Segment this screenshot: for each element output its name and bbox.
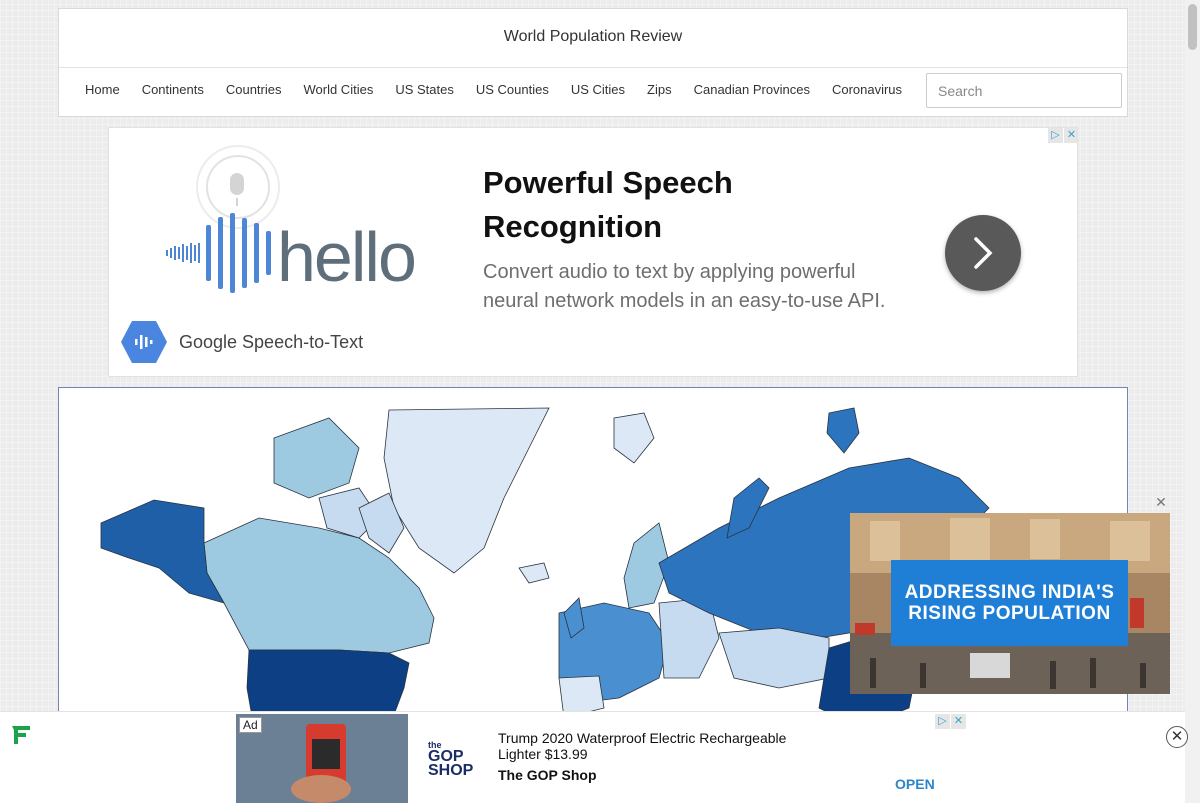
ad-choices[interactable]: ▷ ✕ <box>1047 128 1077 143</box>
page-scrollbar[interactable] <box>1185 0 1200 803</box>
nav-world-cities[interactable]: World Cities <box>292 82 384 98</box>
microphone-stem <box>236 198 238 206</box>
speech-ad-banner[interactable]: ▷ ✕ hello Google Speech-to-Text Powerful… <box>108 127 1078 377</box>
open-button[interactable]: OPEN <box>895 776 935 792</box>
ad-label: Ad <box>239 717 262 733</box>
lighter-photo <box>236 714 408 803</box>
bottom-ad-choices[interactable]: ▷ ✕ <box>934 714 966 729</box>
bottom-ad-advertiser[interactable]: The GOP Shop <box>498 767 597 783</box>
adchoices-icon[interactable]: ▷ <box>1048 128 1063 143</box>
video-title-line2: RISING POPULATION <box>908 603 1111 624</box>
nav-us-cities[interactable]: US Cities <box>560 82 636 98</box>
nav-coronavirus[interactable]: Coronavirus <box>821 82 913 98</box>
nav-home[interactable]: Home <box>74 82 131 98</box>
audio-waveform-icon <box>166 213 271 293</box>
video-close-button[interactable]: ✕ <box>1153 494 1169 510</box>
main-nav: Home Continents Countries World Cities U… <box>74 82 913 98</box>
nav-continents[interactable]: Continents <box>131 82 215 98</box>
ad-headline[interactable]: Powerful Speech Recognition <box>483 161 803 249</box>
video-player[interactable]: ADDRESSING INDIA'S RISING POPULATION <box>850 513 1170 694</box>
product-label: Google Speech-to-Text <box>179 332 364 352</box>
gop-shop-logo[interactable]: the GOP SHOP <box>428 740 478 779</box>
logo-big-text: GOP SHOP <box>428 748 474 779</box>
nav-us-states[interactable]: US States <box>384 82 465 98</box>
scrollbar-thumb[interactable] <box>1188 4 1197 50</box>
leaf-logo-icon[interactable] <box>10 724 32 746</box>
product-image[interactable]: Ad <box>236 714 408 803</box>
video-title-banner: ADDRESSING INDIA'S RISING POPULATION <box>891 560 1128 646</box>
arctic-islands-region <box>273 417 360 499</box>
nav-zips[interactable]: Zips <box>636 82 683 98</box>
canada-region <box>203 517 435 654</box>
search-input[interactable] <box>926 73 1122 108</box>
greenland-region <box>383 407 550 574</box>
microphone-icon <box>230 173 244 195</box>
svalbard-region <box>613 412 655 464</box>
speech-to-text-icon <box>121 321 167 363</box>
header-divider <box>59 67 1127 68</box>
video-title-line1: ADDRESSING INDIA'S <box>904 582 1115 603</box>
ad-description: Convert audio to text by applying powerf… <box>483 261 886 312</box>
site-header: World Population Review Home Continents … <box>58 8 1128 117</box>
chevron-right-icon <box>974 237 993 269</box>
nav-canadian-provinces[interactable]: Canadian Provinces <box>683 82 821 98</box>
adchoices-icon[interactable]: ▷ <box>935 714 950 729</box>
nav-us-counties[interactable]: US Counties <box>465 82 560 98</box>
bottom-ad-close-button[interactable]: ✕ <box>1166 726 1188 748</box>
ad-close-icon[interactable]: ✕ <box>1064 128 1077 143</box>
nav-countries[interactable]: Countries <box>215 82 293 98</box>
site-title[interactable]: World Population Review <box>59 28 1127 46</box>
hello-wordmark: hello <box>277 218 417 296</box>
bottom-ad-title[interactable]: Trump 2020 Waterproof Electric Rechargea… <box>498 730 828 762</box>
severny-region <box>826 407 860 454</box>
iceland-region <box>518 562 550 584</box>
bottom-ad-bar[interactable]: Ad the GOP SHOP Trump 2020 Waterproof El… <box>0 711 1188 803</box>
central-asia-region <box>718 627 830 689</box>
ad-next-button[interactable] <box>945 215 1021 291</box>
ad-close-icon[interactable]: ✕ <box>951 714 966 729</box>
